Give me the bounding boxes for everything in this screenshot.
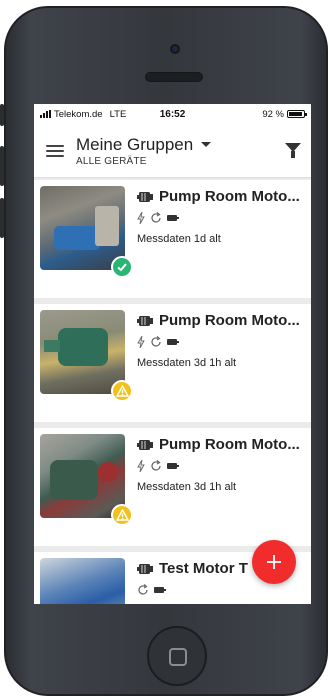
chevron-down-icon xyxy=(201,142,212,147)
device-name: Pump Room Moto... xyxy=(159,188,300,205)
device-name: Pump Room Moto... xyxy=(159,436,300,453)
earpiece-speaker xyxy=(145,72,203,82)
clock: 16:52 xyxy=(159,108,186,120)
battery-icon xyxy=(287,110,307,118)
lightning-icon xyxy=(137,460,145,472)
device-photo xyxy=(40,186,133,278)
device-photo xyxy=(40,434,133,526)
motor-sensor-icon xyxy=(137,315,153,326)
app-bar: Meine Gruppen ALLE GERÄTE xyxy=(34,124,311,178)
warning-icon xyxy=(115,509,129,521)
motor-sensor-icon xyxy=(137,191,153,202)
front-camera xyxy=(170,44,180,54)
motor-sensor-icon xyxy=(137,439,153,450)
volume-down-button xyxy=(0,198,4,238)
refresh-icon xyxy=(138,584,148,595)
battery-icon xyxy=(154,587,166,593)
device-photo xyxy=(40,310,133,402)
lightning-icon xyxy=(137,336,145,348)
mute-switch xyxy=(0,104,4,126)
app-screen: Telekom.de LTE 16:52 92 % Meine Gruppen … xyxy=(34,104,311,604)
plus-icon xyxy=(267,555,281,569)
add-device-button[interactable] xyxy=(252,540,296,584)
device-name: Test Motor T xyxy=(159,560,248,577)
device-photo xyxy=(40,558,125,604)
refresh-icon xyxy=(151,212,161,223)
status-bar: Telekom.de LTE 16:52 92 % xyxy=(34,104,311,124)
motor-sensor-icon xyxy=(137,563,153,574)
battery-icon xyxy=(167,463,179,469)
lightning-icon xyxy=(137,212,145,224)
page-title: Meine Gruppen xyxy=(76,134,194,154)
measurement-age: Messdaten 1d alt xyxy=(137,233,221,245)
battery-icon xyxy=(167,215,179,221)
device-card[interactable]: Pump Room Moto... Messdaten 1d alt xyxy=(34,180,311,298)
filter-icon[interactable] xyxy=(285,142,301,159)
battery-icon xyxy=(167,339,179,345)
status-ok-badge xyxy=(111,256,133,278)
measurement-age: Messdaten 3d 1h alt xyxy=(137,357,237,369)
volume-up-button xyxy=(0,146,4,186)
refresh-icon xyxy=(151,336,161,347)
device-card[interactable]: Pump Room Moto... Messdaten 3d 1h alt xyxy=(34,428,311,546)
checkmark-icon xyxy=(117,263,127,272)
device-card[interactable]: Pump Room Moto... Messdaten 3d 1h alt xyxy=(34,304,311,422)
hamburger-menu-icon[interactable] xyxy=(46,144,64,157)
warning-icon xyxy=(115,385,129,397)
status-warning-badge xyxy=(111,380,133,402)
page-subtitle: ALLE GERÄTE xyxy=(76,155,147,167)
device-name: Pump Room Moto... xyxy=(159,312,300,329)
home-button-icon xyxy=(169,648,187,666)
group-selector[interactable]: Meine Gruppen ALLE GERÄTE xyxy=(76,135,285,167)
measurement-age: Messdaten 3d 1h alt xyxy=(137,481,237,493)
status-warning-badge xyxy=(111,504,133,526)
refresh-icon xyxy=(151,460,161,471)
home-button[interactable] xyxy=(147,626,207,686)
